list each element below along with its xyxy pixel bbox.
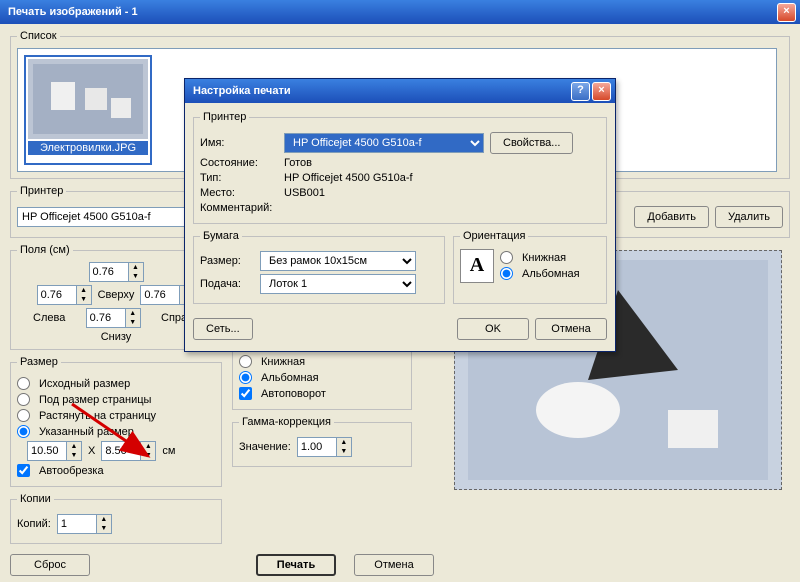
copies-spinner[interactable]: ▲▼ [57, 514, 112, 534]
dialog-portrait-radio[interactable] [500, 251, 513, 264]
dialog-cancel-button[interactable]: Отмена [535, 318, 607, 340]
printer-legend: Принтер [17, 185, 66, 197]
size-stretch-radio[interactable] [17, 409, 30, 422]
autocrop-checkbox[interactable] [17, 464, 30, 477]
dialog-title: Настройка печати [193, 85, 291, 97]
help-icon[interactable]: ? [571, 82, 590, 101]
landscape-radio[interactable] [239, 371, 252, 384]
thumbnail-image [28, 59, 148, 139]
ok-button[interactable]: OK [457, 318, 529, 340]
margin-top-spinner[interactable]: ▲▼ [89, 262, 144, 282]
remove-button[interactable]: Удалить [715, 206, 783, 228]
spin-down-icon[interactable]: ▼ [129, 272, 143, 281]
portrait-radio[interactable] [239, 355, 252, 368]
margin-left-label: Слева [33, 312, 65, 324]
thumbnail-item[interactable]: Электровилки.JPG [24, 55, 152, 165]
margins-legend: Поля (см) [17, 244, 73, 256]
reset-button[interactable]: Сброс [10, 554, 90, 576]
dialog-titlebar: Настройка печати ? × [185, 79, 615, 103]
autorotate-checkbox[interactable] [239, 387, 252, 400]
main-titlebar: Печать изображений - 1 × [0, 0, 800, 24]
gamma-legend: Гамма-коррекция [239, 416, 334, 428]
cancel-button[interactable]: Отмена [354, 554, 434, 576]
add-button[interactable]: Добавить [634, 206, 709, 228]
properties-button[interactable]: Свойства... [490, 132, 573, 154]
gamma-spinner[interactable]: ▲▼ [297, 437, 352, 457]
network-button[interactable]: Сеть... [193, 318, 253, 340]
margin-bottom-label: Снизу [101, 331, 132, 343]
window-title: Печать изображений - 1 [8, 6, 138, 18]
margin-top-label: Сверху [98, 289, 135, 301]
dialog-printer-group: Принтер Имя: HP Officejet 4500 G510a-f С… [193, 111, 607, 224]
size-fit-radio[interactable] [17, 393, 30, 406]
size-group: Размер Исходный размер Под размер страни… [10, 356, 222, 487]
thumbnail-label: Электровилки.JPG [28, 141, 148, 155]
gamma-group: Гамма-коррекция Значение: ▲▼ [232, 416, 412, 467]
dialog-close-icon[interactable]: × [592, 82, 611, 101]
print-setup-dialog: Настройка печати ? × Принтер Имя: HP Off… [184, 78, 616, 352]
size-custom-radio[interactable] [17, 425, 30, 438]
paper-size-select[interactable]: Без рамок 10x15см [260, 251, 416, 271]
printer-select[interactable]: HP Officejet 4500 G510a-f [284, 133, 484, 153]
margin-left-spinner[interactable]: ▲▼ [37, 285, 92, 305]
list-legend: Список [17, 30, 60, 42]
margin-bottom-spinner[interactable]: ▲▼ [86, 308, 141, 328]
paper-group: Бумага Размер:Без рамок 10x15см Подача:Л… [193, 230, 445, 304]
orientation-preview-icon: A [460, 249, 494, 283]
height-spinner[interactable]: ▲▼ [101, 441, 156, 461]
paper-source-select[interactable]: Лоток 1 [260, 274, 416, 294]
print-button[interactable]: Печать [256, 554, 336, 576]
spin-up-icon[interactable]: ▲ [129, 263, 143, 272]
width-spinner[interactable]: ▲▼ [27, 441, 82, 461]
dialog-orientation-group: Ориентация A Книжная Альбомная [453, 230, 607, 304]
size-legend: Размер [17, 356, 61, 368]
copies-group: Копии Копий: ▲▼ [10, 493, 222, 544]
size-original-radio[interactable] [17, 377, 30, 390]
close-icon[interactable]: × [777, 3, 796, 22]
dialog-landscape-radio[interactable] [500, 267, 513, 280]
copies-legend: Копии [17, 493, 54, 505]
